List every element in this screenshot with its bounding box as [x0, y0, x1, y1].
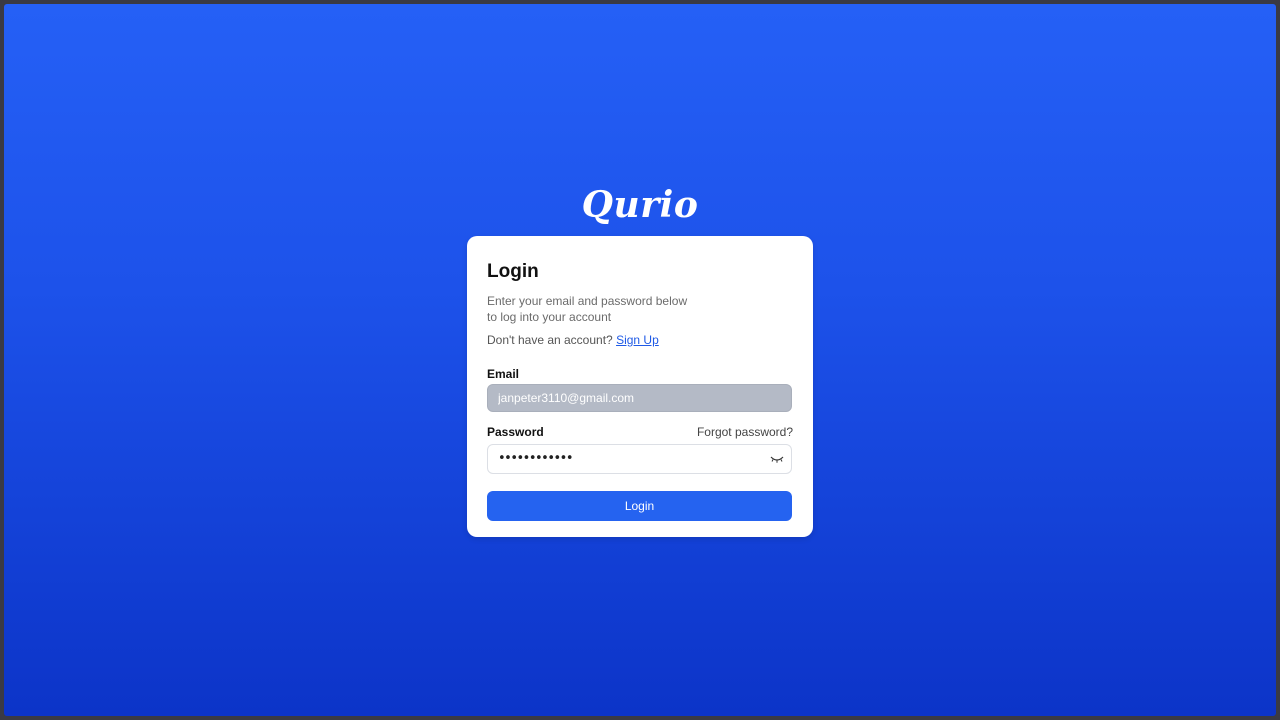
password-field[interactable]: ••••••••••••	[487, 444, 792, 474]
eye-closed-icon[interactable]	[769, 452, 785, 466]
login-button[interactable]: Login	[487, 491, 792, 521]
login-title: Login	[487, 261, 539, 282]
signup-prompt: Don't have an account? Sign Up	[487, 333, 659, 347]
login-card: Login Enter your email and password belo…	[467, 236, 813, 537]
login-screen: Qurio Login Enter your email and passwor…	[4, 4, 1276, 716]
login-subtitle: Enter your email and password below to l…	[487, 293, 707, 325]
no-account-text: Don't have an account?	[487, 333, 613, 347]
subtitle-line-2: to log into your account	[487, 310, 612, 324]
subtitle-line-1: Enter your email and password below	[487, 294, 688, 308]
forgot-password-link[interactable]: Forgot password?	[697, 425, 793, 439]
brand-logo: Qurio	[581, 184, 699, 226]
email-label: Email	[487, 367, 520, 381]
signup-link[interactable]: Sign Up	[616, 333, 659, 347]
password-value: ••••••••••••	[498, 451, 574, 466]
email-field[interactable]	[487, 384, 792, 412]
password-label: Password	[487, 425, 544, 439]
